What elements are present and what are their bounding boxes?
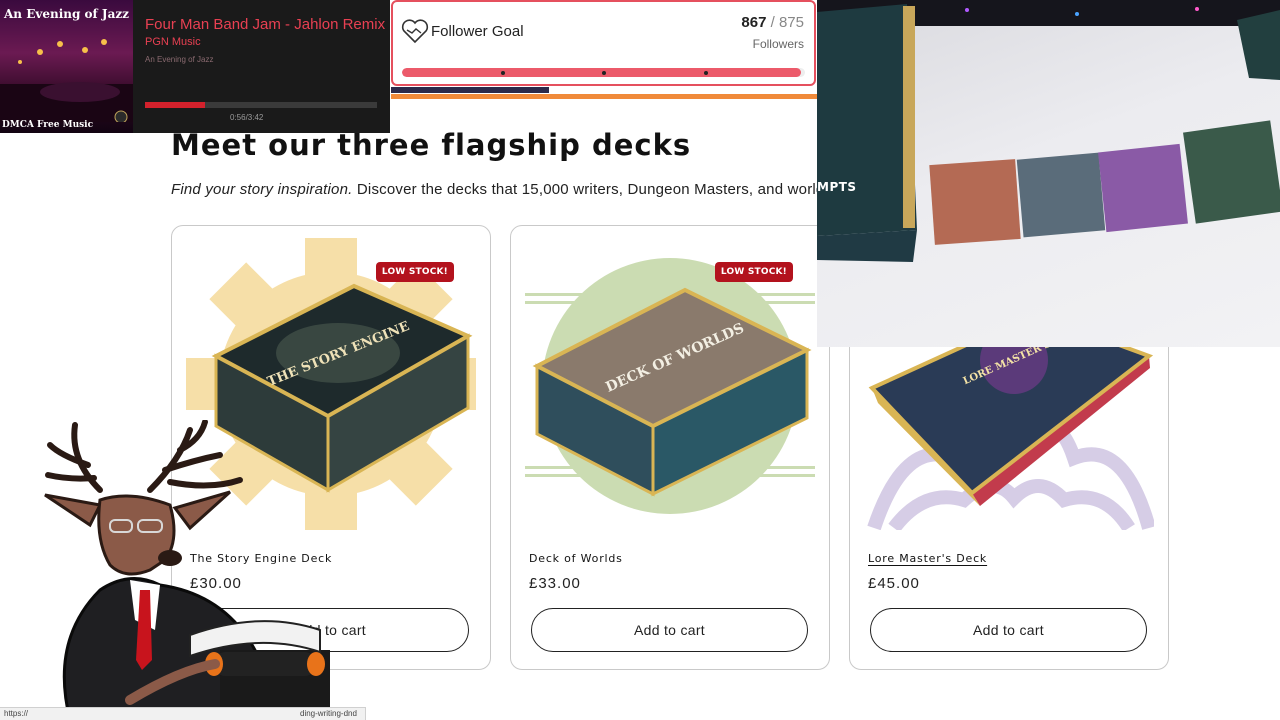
album-art-title: An Evening of Jazz <box>4 7 129 21</box>
track-time: 0:56/3:42 <box>230 113 264 122</box>
product-image-deck-of-worlds[interactable]: DECK OF WORLDS LOW STOCK! <box>525 238 815 530</box>
low-stock-badge: LOW STOCK! <box>714 262 793 282</box>
subtitle-emphasis: Find your story inspiration. <box>171 181 353 198</box>
overlay-accent-orange <box>391 94 817 99</box>
deer-mascot-avatar <box>44 420 330 720</box>
follower-goal-widget: Follower Goal 867 / 875 Followers <box>391 0 816 86</box>
heart-handshake-icon <box>401 19 429 44</box>
goal-tick <box>704 71 708 75</box>
product-card-deck-of-worlds[interactable]: DECK OF WORLDS LOW STOCK! Deck of Worlds… <box>510 225 830 670</box>
table-cards-photo <box>817 0 1280 262</box>
browser-status-url: https:// ding-writing-dnd <box>0 707 366 720</box>
goal-current: 867 <box>741 14 767 31</box>
add-to-cart-button[interactable]: Add to cart <box>870 608 1147 652</box>
add-to-cart-button[interactable]: Add to cart <box>531 608 808 652</box>
goal-unit: Followers <box>752 37 804 51</box>
status-url-end: ding-writing-dnd <box>300 709 357 718</box>
product-price: £33.00 <box>529 575 581 592</box>
low-stock-badge: LOW STOCK! <box>375 262 454 282</box>
webcam-caption: MPTS <box>817 180 857 194</box>
track-artist: PGN Music <box>145 36 201 48</box>
status-url-start: https:// <box>4 709 29 718</box>
album-art: An Evening of Jazz DMCA Free Music <box>0 0 133 133</box>
track-progress-fill <box>145 102 206 108</box>
product-title[interactable]: Lore Master's Deck <box>868 552 987 565</box>
page-title: Meet our three flagship decks <box>171 128 692 162</box>
goal-target: / 875 <box>770 14 804 31</box>
subtitle-text: Discover the decks that 15,000 writers, … <box>352 181 831 198</box>
now-playing-widget: An Evening of Jazz DMCA Free Music Four … <box>0 0 390 133</box>
track-album: An Evening of Jazz <box>145 55 214 64</box>
page-subtitle: Find your story inspiration. Discover th… <box>171 181 831 198</box>
goal-tick <box>501 71 505 75</box>
product-title[interactable]: Deck of Worlds <box>529 552 623 565</box>
webcam-feed <box>817 0 1280 347</box>
product-price: £45.00 <box>868 575 920 592</box>
stage-lights-icon <box>0 39 133 122</box>
album-art-footer: DMCA Free Music <box>2 120 94 130</box>
goal-label: Follower Goal <box>431 23 524 40</box>
track-progress-bar <box>145 102 377 108</box>
goal-tick <box>602 71 606 75</box>
track-title: Four Man Band Jam - Jahlon Remix <box>145 16 386 33</box>
overlay-accent-dark <box>391 87 549 93</box>
goal-count: 867 / 875 <box>741 14 804 31</box>
